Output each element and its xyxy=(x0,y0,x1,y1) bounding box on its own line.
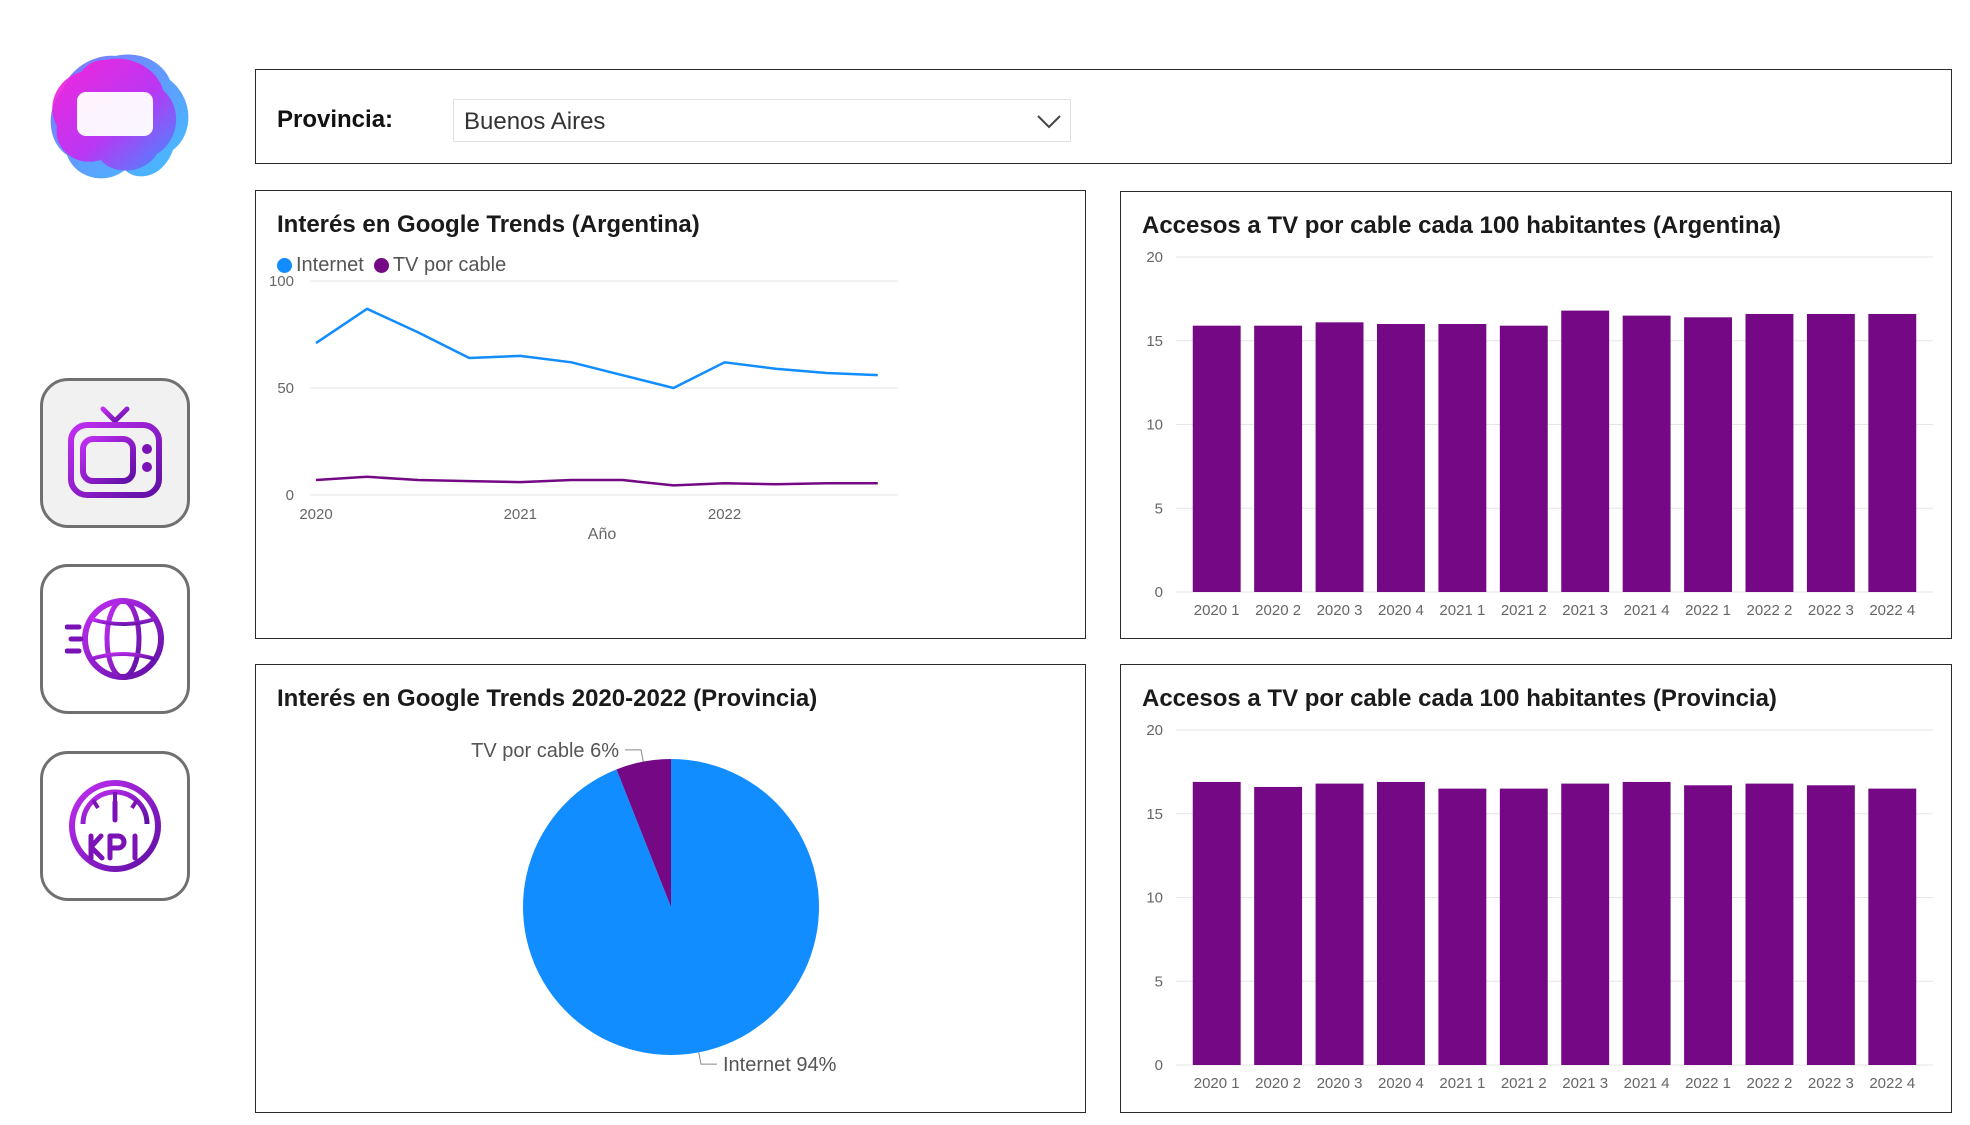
y-tick-label: 15 xyxy=(1146,806,1163,823)
x-tick-label: 2022 2 xyxy=(1747,1075,1793,1092)
y-tick-label: 100 xyxy=(269,273,294,290)
argentina-bar xyxy=(1499,325,1548,592)
x-tick-label: 2022 3 xyxy=(1808,1075,1854,1092)
x-tick-label: 2020 4 xyxy=(1378,1075,1424,1092)
x-tick-label: 2022 4 xyxy=(1869,1075,1915,1092)
provincia-bar xyxy=(1315,783,1364,1065)
provincia-bar xyxy=(1684,785,1732,1065)
pie-chart-panel: Interés en Google Trends 2020-2022 (Prov… xyxy=(255,664,1086,1113)
argentina-bar xyxy=(1438,324,1487,592)
province-dropdown-value: Buenos Aires xyxy=(464,108,606,135)
line-chart-panel: Interés en Google Trends (Argentina) Int… xyxy=(255,190,1086,639)
provincia-bar xyxy=(1622,781,1671,1065)
bar-chart-argentina: 0 5 10 15 20 2020 1 2020 2 2020 3 2020 4 2021 1 20… xyxy=(1146,249,1933,619)
y-tick-label: 10 xyxy=(1146,417,1163,434)
argentina-bar xyxy=(1745,313,1794,592)
argentina-bar xyxy=(1868,313,1917,592)
pie-leader-line xyxy=(698,1052,717,1065)
province-filter-label: Provincia: xyxy=(277,106,394,133)
globe-internet-icon xyxy=(65,598,164,680)
argentina-bar xyxy=(1622,315,1671,592)
x-tick-label: 2020 4 xyxy=(1378,602,1424,619)
y-tick-label: 50 xyxy=(277,380,294,397)
x-tick-label: 2021 xyxy=(504,506,537,523)
argentina-bar xyxy=(1561,310,1610,592)
line-chart: 0 50 100 2020 2021 2022 Año xyxy=(269,273,898,543)
series-line-tv xyxy=(315,475,878,487)
y-tick-label: 0 xyxy=(1155,1057,1163,1074)
chevron-down-icon xyxy=(1037,115,1061,129)
x-axis-title: Año xyxy=(588,526,617,543)
pie-label-internet: Internet 94% xyxy=(723,1054,837,1076)
filter-panel: Provincia: Buenos Aires xyxy=(255,69,1952,164)
x-tick-label: 2022 4 xyxy=(1869,602,1915,619)
x-tick-label: 2021 3 xyxy=(1562,1075,1608,1092)
x-tick-label: 2021 1 xyxy=(1439,1075,1485,1092)
argentina-bar xyxy=(1315,322,1364,592)
x-tick-label: 2021 1 xyxy=(1439,602,1485,619)
nav-internet-button[interactable] xyxy=(40,564,190,714)
nav-kpi-button[interactable] xyxy=(40,751,190,901)
argentina-bar xyxy=(1192,325,1241,592)
x-tick-label: 2020 1 xyxy=(1194,1075,1240,1092)
provincia-bar xyxy=(1561,783,1610,1065)
bar-chart-provincia-panel: Accesos a TV por cable cada 100 habitant… xyxy=(1120,664,1952,1113)
province-dropdown[interactable]: Buenos Aires xyxy=(453,99,1071,142)
y-tick-label: 20 xyxy=(1146,722,1163,739)
provincia-bar xyxy=(1377,781,1425,1065)
provincia-bar xyxy=(1868,788,1917,1065)
x-tick-label: 2020 3 xyxy=(1317,1075,1363,1092)
x-tick-label: 2021 4 xyxy=(1624,1075,1670,1092)
provincia-bar xyxy=(1806,785,1855,1065)
x-tick-label: 2021 2 xyxy=(1501,602,1547,619)
x-tick-label: 2020 xyxy=(299,506,332,523)
x-tick-label: 2022 1 xyxy=(1685,602,1731,619)
pie-chart: Internet 94% TV por cable 6% xyxy=(471,740,837,1076)
kpi-gauge-icon xyxy=(69,780,161,872)
pie-label-tv: TV por cable 6% xyxy=(471,740,619,762)
argentina-bar xyxy=(1684,317,1732,592)
x-tick-label: 2022 1 xyxy=(1685,1075,1731,1092)
x-tick-label: 2020 3 xyxy=(1317,602,1363,619)
tv-icon xyxy=(68,406,162,498)
x-tick-label: 2022 3 xyxy=(1808,602,1854,619)
y-tick-label: 0 xyxy=(286,487,294,504)
y-tick-label: 0 xyxy=(1155,584,1163,601)
argentina-bar xyxy=(1806,313,1855,592)
bar-chart-argentina-panel: Accesos a TV por cable cada 100 habitant… xyxy=(1120,191,1952,639)
provincia-bar xyxy=(1499,788,1548,1065)
provincia-bar xyxy=(1438,788,1487,1065)
x-tick-label: 2022 2 xyxy=(1747,602,1793,619)
y-tick-label: 5 xyxy=(1155,500,1163,517)
y-tick-label: 20 xyxy=(1146,249,1163,266)
series-line-internet xyxy=(315,307,878,390)
argentina-bar xyxy=(1254,325,1303,592)
x-tick-label: 2020 1 xyxy=(1194,602,1240,619)
app-logo[interactable] xyxy=(45,50,195,185)
pie-leader-line xyxy=(625,749,644,762)
y-tick-label: 5 xyxy=(1155,973,1163,990)
nav-tv-button[interactable] xyxy=(40,378,190,528)
provincia-bar xyxy=(1745,783,1794,1065)
provincia-bar xyxy=(1192,781,1241,1065)
x-tick-label: 2022 xyxy=(708,506,741,523)
bar-chart-provincia: 0 5 10 15 20 2020 1 2020 2 2020 3 2020 4 2021 1 20… xyxy=(1146,722,1933,1092)
x-tick-label: 2021 3 xyxy=(1562,602,1608,619)
y-tick-label: 10 xyxy=(1146,890,1163,907)
provincia-bar xyxy=(1254,786,1303,1065)
y-tick-label: 15 xyxy=(1146,333,1163,350)
x-tick-label: 2021 2 xyxy=(1501,1075,1547,1092)
x-tick-label: 2021 4 xyxy=(1624,602,1670,619)
x-tick-label: 2020 2 xyxy=(1255,602,1301,619)
x-tick-label: 2020 2 xyxy=(1255,1075,1301,1092)
argentina-bar xyxy=(1377,324,1425,592)
